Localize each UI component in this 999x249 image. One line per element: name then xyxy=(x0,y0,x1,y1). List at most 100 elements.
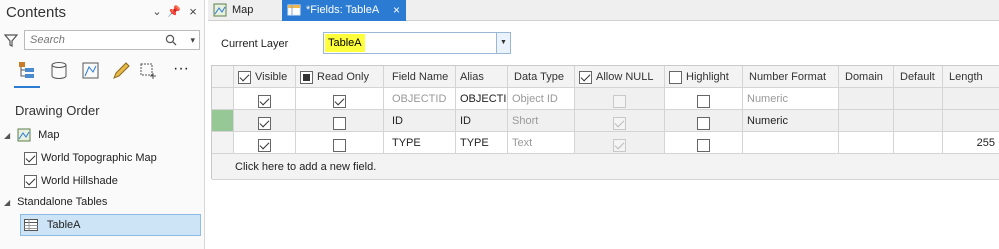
table-row[interactable]: OBJECTID OBJECTID Object ID Numeric xyxy=(212,88,999,110)
tab-map[interactable]: Map xyxy=(208,0,274,21)
column-header-number-format[interactable]: Number Format xyxy=(743,66,839,88)
number-format-cell[interactable]: Numeric xyxy=(743,110,839,132)
list-by-editing-icon[interactable] xyxy=(110,60,132,82)
number-format-cell[interactable] xyxy=(743,132,839,154)
column-header-alias[interactable]: Alias xyxy=(456,66,508,88)
row-selector[interactable] xyxy=(212,88,234,110)
column-header-visible[interactable]: Visible xyxy=(234,66,296,88)
visible-checkbox[interactable] xyxy=(258,138,271,152)
column-header-default-label: Default xyxy=(900,71,935,83)
read-only-checkbox[interactable] xyxy=(333,138,346,152)
view-tab-strip: Map *Fields: TableA × xyxy=(208,0,999,21)
search-input[interactable] xyxy=(25,31,155,49)
default-cell[interactable] xyxy=(894,132,943,154)
select-all-read-only-checkbox[interactable] xyxy=(300,70,313,84)
row-selector-current[interactable] xyxy=(212,110,234,132)
row-selector[interactable] xyxy=(212,132,234,154)
fields-table-icon xyxy=(287,4,301,16)
column-header-length-label: Length xyxy=(949,71,983,83)
highlight-checkbox[interactable] xyxy=(697,116,710,130)
tree-item-layer[interactable]: World Topographic Map xyxy=(24,147,157,169)
filter-icon[interactable] xyxy=(4,33,18,47)
highlight-checkbox[interactable] xyxy=(697,94,710,108)
column-header-default[interactable]: Default xyxy=(894,66,943,88)
table-row[interactable]: ID ID Short Numeric xyxy=(212,110,999,132)
select-all-visible-checkbox[interactable] xyxy=(238,70,251,84)
grid-header-row: Visible Read Only Field Name Alias Data … xyxy=(212,66,999,88)
expand-arrow-icon[interactable]: ◢ xyxy=(4,125,14,147)
pane-options-chevron-icon[interactable]: ⌄ xyxy=(150,5,164,19)
add-new-field-row[interactable]: Click here to add a new field. xyxy=(212,154,999,180)
column-header-read-only[interactable]: Read Only xyxy=(296,66,384,88)
column-header-length[interactable]: Length xyxy=(943,66,999,88)
field-name-cell[interactable]: TYPE xyxy=(384,132,456,154)
tree-item-table-selected[interactable]: TableA xyxy=(20,214,201,236)
active-view-indicator xyxy=(14,86,40,88)
domain-cell[interactable] xyxy=(839,110,894,132)
highlight-cell[interactable] xyxy=(665,88,743,110)
table-icon xyxy=(24,219,38,232)
more-options-icon[interactable]: ··· xyxy=(170,60,192,82)
column-header-domain[interactable]: Domain xyxy=(839,66,894,88)
table-label: TableA xyxy=(46,219,81,231)
read-only-cell[interactable] xyxy=(296,132,384,154)
alias-cell[interactable]: ID xyxy=(456,110,508,132)
allow-null-checkbox xyxy=(613,138,626,152)
visible-checkbox[interactable] xyxy=(258,116,271,130)
length-cell[interactable]: 255 xyxy=(943,132,999,154)
column-header-highlight-label: Highlight xyxy=(686,71,729,83)
select-all-allow-null-checkbox[interactable] xyxy=(579,70,592,84)
tree-item-standalone-tables[interactable]: ◢ Standalone Tables xyxy=(4,191,107,213)
alias-cell[interactable]: TYPE xyxy=(456,132,508,154)
column-header-allow-null[interactable]: Allow NULL xyxy=(575,66,665,88)
read-only-checkbox[interactable] xyxy=(333,94,346,108)
read-only-cell[interactable] xyxy=(296,88,384,110)
fields-grid: Visible Read Only Field Name Alias Data … xyxy=(211,65,999,180)
table-row[interactable]: TYPE TYPE Text 255 xyxy=(212,132,999,154)
visible-cell[interactable] xyxy=(234,110,296,132)
tree-item-map[interactable]: ◢ Map xyxy=(4,124,60,146)
tab-fields[interactable]: *Fields: TableA × xyxy=(282,0,406,21)
alias-cell[interactable]: OBJECTID xyxy=(456,88,508,110)
close-pane-icon[interactable]: × xyxy=(186,5,200,19)
dropdown-arrow-icon[interactable]: ▼ xyxy=(496,33,510,53)
contents-pane: Contents ⌄ 📌 × ▾ xyxy=(0,0,205,249)
tab-map-label: Map xyxy=(232,4,254,16)
list-by-snapping-icon[interactable] xyxy=(138,60,160,82)
close-tab-icon[interactable]: × xyxy=(393,0,400,21)
read-only-checkbox[interactable] xyxy=(333,116,346,130)
visible-cell[interactable] xyxy=(234,132,296,154)
layer-visibility-checkbox[interactable] xyxy=(24,174,37,188)
column-header-domain-label: Domain xyxy=(845,71,883,83)
expand-arrow-icon[interactable]: ◢ xyxy=(4,192,14,214)
contents-title: Contents xyxy=(6,4,67,21)
search-icon[interactable] xyxy=(165,34,177,46)
domain-cell[interactable] xyxy=(839,132,894,154)
layer-visibility-checkbox[interactable] xyxy=(24,151,37,165)
visible-checkbox[interactable] xyxy=(258,94,271,108)
data-type-cell: Short xyxy=(508,110,575,132)
tree-item-layer[interactable]: World Hillshade xyxy=(24,170,118,192)
layer-label: World Topographic Map xyxy=(41,152,157,164)
auto-hide-pin-icon[interactable]: 📌 xyxy=(167,5,181,19)
search-box[interactable]: ▾ xyxy=(24,30,200,50)
list-by-source-icon[interactable] xyxy=(48,60,70,82)
list-by-selection-icon[interactable] xyxy=(80,60,102,82)
map-icon xyxy=(17,128,31,142)
highlight-cell[interactable] xyxy=(665,110,743,132)
highlight-cell[interactable] xyxy=(665,132,743,154)
default-cell[interactable] xyxy=(894,110,943,132)
read-only-cell[interactable] xyxy=(296,110,384,132)
search-options-caret-icon[interactable]: ▾ xyxy=(190,35,195,46)
allow-null-checkbox xyxy=(613,94,626,108)
list-by-drawing-order-icon[interactable] xyxy=(16,60,38,82)
highlight-checkbox[interactable] xyxy=(697,138,710,152)
column-header-field-name[interactable]: Field Name xyxy=(384,66,456,88)
current-layer-dropdown[interactable]: TableA ▼ xyxy=(323,32,511,54)
number-format-cell[interactable]: Numeric xyxy=(743,88,839,110)
select-all-highlight-checkbox[interactable] xyxy=(669,70,682,84)
column-header-data-type[interactable]: Data Type xyxy=(508,66,575,88)
column-header-highlight[interactable]: Highlight xyxy=(665,66,743,88)
field-name-cell[interactable]: ID xyxy=(384,110,456,132)
visible-cell[interactable] xyxy=(234,88,296,110)
